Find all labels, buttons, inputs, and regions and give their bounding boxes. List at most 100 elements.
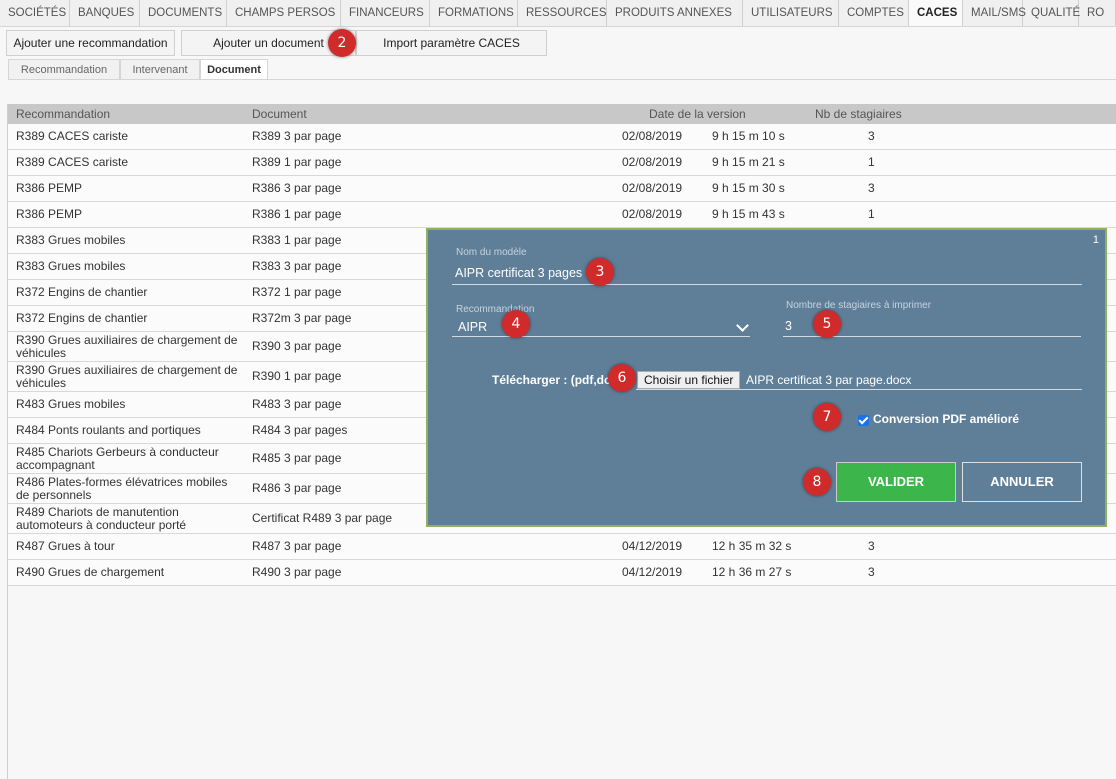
document-cell: Certificat R489 3 par page (252, 511, 393, 525)
recommendation-cell: R485 Chariots Gerbeurs à conducteur acco… (16, 445, 219, 472)
add-recommendation-button[interactable]: Ajouter une recommandation (6, 30, 175, 56)
document-cell: R483 3 par page (252, 397, 342, 411)
top-tab-bar: SOCIÉTÉS BANQUES DOCUMENTS CHAMPS PERSOS FIN… (0, 0, 1116, 27)
trainees-cell: 3 (868, 181, 875, 195)
trainees-cell: 1 (868, 155, 875, 169)
recommendation-cell: R383 Grues mobiles (16, 259, 126, 273)
callout-badge: 8 (803, 468, 831, 496)
recommendation-cell: R390 Grues auxiliaires de chargement de … (16, 333, 238, 360)
trainees-cell: 3 (868, 129, 875, 143)
trainees-label: Nombre de stagiaires à imprimer (786, 300, 932, 311)
document-cell: R390 3 par page (252, 339, 342, 353)
callout-badge: 4 (502, 310, 530, 338)
table-row[interactable]: R487 Grues à tour R487 3 par page 04/12/20… (8, 534, 1116, 560)
document-cell: R386 1 par page (252, 207, 342, 221)
date-cell: 02/08/2019 (622, 129, 683, 143)
document-cell: R485 3 par page (252, 451, 342, 465)
trainees-input[interactable]: 3 (785, 319, 792, 333)
time-cell: 9 h 15 m 21 s (712, 155, 785, 169)
top-tab[interactable]: CACES (909, 0, 963, 26)
subtab-intervenant[interactable]: Intervenant (120, 59, 200, 80)
choose-file-button[interactable]: Choisir un fichier (637, 371, 741, 389)
header-nb-stagiaires[interactable]: Nb de stagiaires (815, 104, 902, 124)
header-recommandation[interactable]: Recommandation (16, 104, 110, 124)
recommendation-cell: R386 PEMP (16, 181, 83, 195)
trainees-cell: 1 (868, 207, 875, 221)
date-cell: 04/12/2019 (622, 539, 683, 553)
document-cell: R389 1 par page (252, 155, 342, 169)
document-cell: R383 3 par page (252, 259, 342, 273)
table-row[interactable]: R386 PEMP R386 3 par page 02/08/2019 9 h 15… (8, 176, 1116, 202)
recommendation-cell: R383 Grues mobiles (16, 233, 126, 247)
upload-underline (636, 389, 1082, 390)
recommendation-cell: R389 CACES cariste (16, 155, 129, 169)
document-cell: R383 1 par page (252, 233, 342, 247)
top-tab[interactable]: DOCUMENTS (140, 0, 227, 26)
time-cell: 12 h 35 m 32 s (712, 539, 792, 553)
subtab-recommandation[interactable]: Recommandation (8, 59, 120, 80)
table-row[interactable]: R389 CACES cariste R389 1 par page 02/08/2… (8, 150, 1116, 176)
callout-badge: 7 (813, 403, 841, 431)
recommendation-cell: R389 CACES cariste (16, 129, 129, 143)
top-tab[interactable]: SOCIÉTÉS (0, 0, 70, 26)
document-cell: R372m 3 par page (252, 311, 352, 325)
document-cell: R386 3 par page (252, 181, 342, 195)
pdf-conversion-checkbox[interactable] (858, 415, 869, 426)
top-tab[interactable]: QUALITÉ (1023, 0, 1080, 26)
recommendation-select[interactable]: AIPR (458, 320, 487, 334)
date-cell: 02/08/2019 (622, 181, 683, 195)
top-tab[interactable]: MAIL/SMS (963, 0, 1026, 26)
upload-label: Télécharger : (pdf,doc (492, 373, 619, 387)
dialog-corner-number: 1 (1092, 234, 1099, 246)
top-tab[interactable]: CHAMPS PERSOS (227, 0, 341, 26)
callout-badge: 5 (813, 310, 841, 338)
recommendation-cell: R489 Chariots de manutention automoteurs… (16, 505, 187, 532)
document-cell: R486 3 par page (252, 481, 342, 495)
recommendation-cell: R487 Grues à tour (16, 539, 115, 553)
document-cell: R484 3 par pages (252, 423, 348, 437)
trainees-cell: 3 (868, 539, 875, 553)
callout-badge: 3 (586, 258, 614, 286)
top-tab[interactable]: UTILISATEURS (743, 0, 839, 26)
top-tab[interactable]: FINANCEURS (341, 0, 430, 26)
trainees-cell: 3 (868, 565, 875, 579)
table-row[interactable]: R490 Grues de chargement R490 3 par page 0… (8, 560, 1116, 586)
cancel-button[interactable]: ANNULER (962, 462, 1082, 502)
recommendation-cell: R386 PEMP (16, 207, 83, 221)
model-name-input[interactable]: AIPR certificat 3 pages (455, 266, 582, 280)
header-document[interactable]: Document (252, 104, 307, 124)
subtab-divider (8, 79, 1116, 80)
model-name-label: Nom du modèle (456, 247, 527, 258)
model-name-underline (452, 284, 1082, 285)
document-cell: R390 1 par page (252, 369, 342, 383)
recommendation-cell: R486 Plates-formes élévatrices mobiles d… (16, 475, 228, 502)
top-tab[interactable]: RESSOURCES (518, 0, 607, 26)
table-row[interactable]: R389 CACES cariste R389 3 par page 02/08/2… (8, 124, 1116, 150)
header-date[interactable]: Date de la version (649, 104, 746, 124)
document-cell: R389 3 par page (252, 129, 342, 143)
top-tab[interactable]: BANQUES (70, 0, 140, 26)
selected-file-name: AIPR certificat 3 par page.docx (746, 373, 912, 387)
validate-button[interactable]: VALIDER (836, 462, 956, 502)
table-row[interactable]: R386 PEMP R386 1 par page 02/08/2019 9 h 15… (8, 202, 1116, 228)
add-document-dialog: 1 Nom du modèle AIPR certificat 3 pages … (426, 228, 1107, 527)
document-cell: R487 3 par page (252, 539, 342, 553)
callout-badge: 6 (608, 364, 636, 392)
date-cell: 02/08/2019 (622, 207, 683, 221)
top-tab[interactable]: RO (1079, 0, 1116, 26)
document-cell: R372 1 par page (252, 285, 342, 299)
time-cell: 9 h 15 m 10 s (712, 129, 785, 143)
time-cell: 12 h 36 m 27 s (712, 565, 792, 579)
recommendation-cell: R390 Grues auxiliaires de chargement de … (16, 363, 238, 390)
recommendation-underline (452, 336, 750, 337)
date-cell: 04/12/2019 (622, 565, 683, 579)
document-cell: R490 3 par page (252, 565, 342, 579)
import-caces-button[interactable]: Import paramètre CACES (356, 30, 547, 56)
top-tab[interactable]: FORMATIONS (430, 0, 518, 26)
recommendation-cell: R484 Ponts roulants and portiques (16, 423, 201, 437)
top-tab[interactable]: PRODUITS ANNEXES (607, 0, 743, 26)
table-header: Recommandation Document Date de la versi… (8, 104, 1116, 124)
chevron-down-icon[interactable] (736, 319, 749, 332)
top-tab[interactable]: COMPTES (839, 0, 909, 26)
subtab-document[interactable]: Document (200, 59, 268, 80)
